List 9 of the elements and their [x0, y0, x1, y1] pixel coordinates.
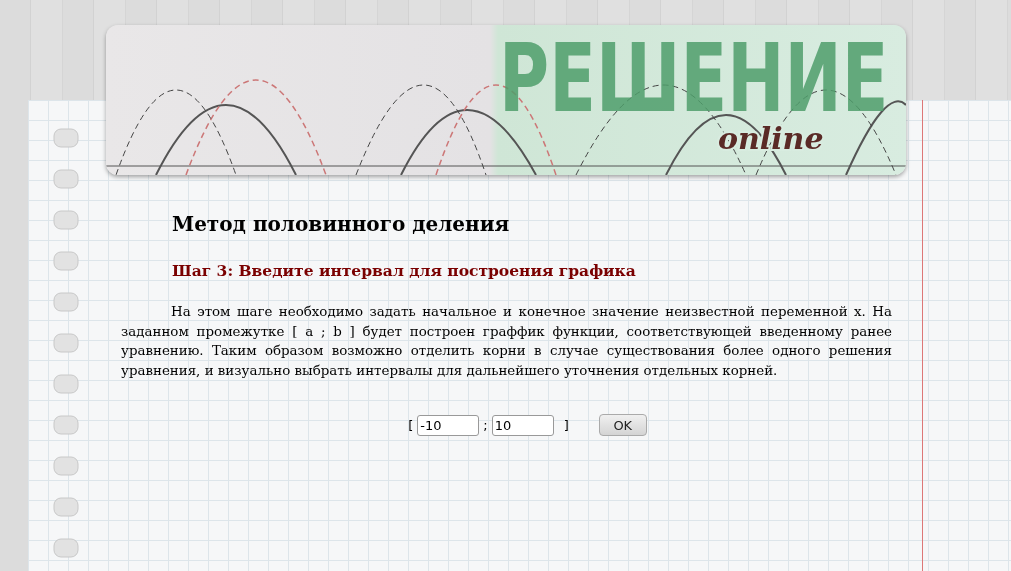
step-title: Шаг 3: Введите интервал для построения графика	[172, 261, 637, 280]
separator-text: ;	[483, 417, 488, 433]
interval-end-field[interactable]: 10	[491, 414, 554, 436]
interval-start-field[interactable]: -10	[417, 414, 480, 436]
description-text: На этом шаге необходимо задать начальное и конечное значение неизвестной переменной x. На заданном промежутке [ a ; b ] будет построен граффик функции, соответствующей введенному ранее уравнению. Таким образом возможно отделить корни в случае существования более одного решения уравнения, и визуально выбрать интервалы для дальнейшего уточнения отдельных корней.	[121, 303, 892, 380]
ok-button[interactable]: OK	[598, 414, 647, 436]
page-title: Метод половинного деления	[172, 212, 511, 236]
bracket-text: ]	[563, 417, 569, 433]
bracket-text: [	[408, 417, 414, 433]
